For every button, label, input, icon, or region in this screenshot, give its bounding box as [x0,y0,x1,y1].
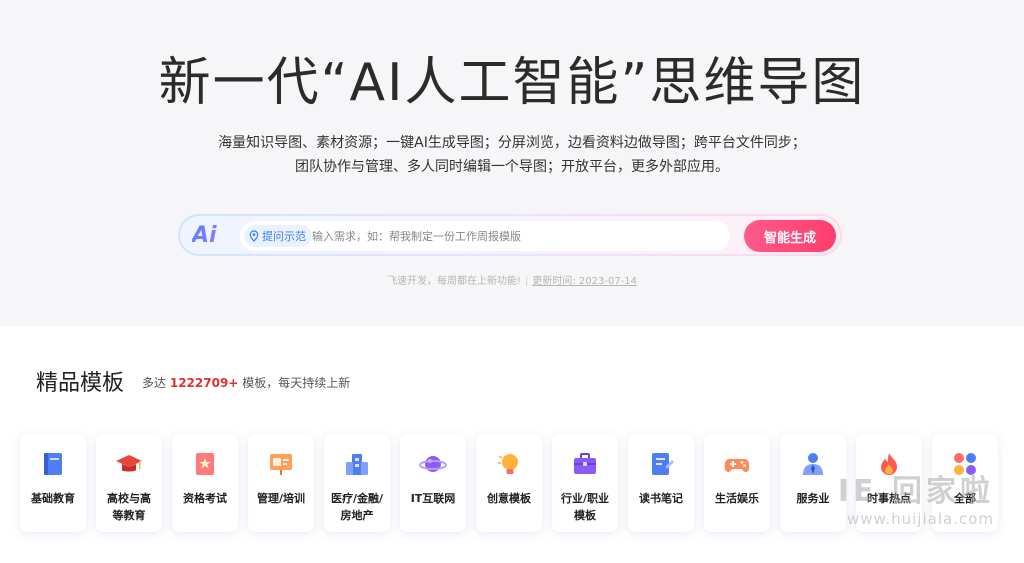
category-label: 全部 [954,492,976,505]
templates-section-title: 精品模板 [36,371,125,396]
service-icon [803,453,823,475]
gamepad-icon [724,459,750,472]
graduation-cap-icon [116,455,142,472]
hero-description-line: 海量知识导图、素材资源；一键AI生成导图；分屏浏览，边看资料边做导图；跨平台文件… [218,135,806,151]
presentation-icon [270,454,292,475]
templates-section-subtitle: 多达 1222709+ 模板，每天持续上新 [142,374,350,391]
example-prompt-label: 提问示范 [262,230,306,243]
subtitle-prefix: 多达 [142,376,167,390]
category-label: IT互联网 [410,492,456,505]
category-card[interactable]: 服务业 [780,434,846,532]
category-card[interactable]: 生活娱乐 [704,434,770,532]
category-list: 基础教育 高校与高等教育 资格考试 管理/培训 医疗/金融/房地产 IT互联网 … [20,434,1004,532]
ai-search-bar: Ai 提问示范 智能生成 [178,214,842,256]
category-card[interactable]: 医疗/金融/房地产 [324,434,390,532]
category-card[interactable]: 资格考试 [172,434,238,532]
category-card[interactable]: 行业/职业模板 [552,434,618,532]
building-icon [346,454,368,475]
subtitle-suffix: 模板，每天持续上新 [242,376,351,390]
category-label: 创意模板 [487,492,531,505]
category-label: 时事热点 [867,492,911,505]
prompt-input[interactable] [312,225,722,247]
prompt-input-box[interactable]: 提问示范 [240,221,730,251]
grid-icon [954,453,976,475]
update-date-link[interactable]: 更新时间: 2023-07-14 [532,276,637,287]
notebook-icon [652,453,674,475]
category-card[interactable]: 创意模板 [476,434,542,532]
certificate-icon [196,453,214,475]
smart-generate-button[interactable]: 智能生成 [744,220,836,252]
category-label: 管理/培训 [256,492,306,505]
divider: | [524,276,529,287]
page-title: 新一代“AI人工智能”思维导图 [158,53,866,113]
category-card[interactable]: IT互联网 [400,434,466,532]
category-label: 资格考试 [183,492,227,505]
category-card[interactable]: 全部 [932,434,998,532]
example-prompt-button[interactable]: 提问示范 [244,225,312,247]
category-label: 高校与高等教育 [107,492,151,522]
planet-icon [419,456,447,472]
fire-icon [881,453,897,475]
hero-description: 海量知识导图、素材资源；一键AI生成导图；分屏浏览，边看资料边做导图；跨平台文件… [0,131,1024,179]
category-card[interactable]: 高校与高等教育 [96,434,162,532]
category-card[interactable]: 管理/培训 [248,434,314,532]
update-info: 飞速开发，每周都在上新功能! | 更新时间: 2023-07-14 [0,272,1024,287]
category-label: 读书笔记 [639,492,683,505]
hero-description-line: 团队协作与管理、多人同时编辑一个导图；开放平台，更多外部应用。 [295,159,729,175]
briefcase-icon [574,453,596,474]
category-label: 生活娱乐 [715,492,759,505]
template-count: 1222709+ [169,376,239,390]
category-label: 服务业 [796,492,830,505]
category-card[interactable]: 时事热点 [856,434,922,532]
category-card[interactable]: 基础教育 [20,434,86,532]
lightbulb-icon [498,454,518,474]
category-label: 医疗/金融/房地产 [330,492,384,522]
hero-section: 新一代“AI人工智能”思维导图 海量知识导图、素材资源；一键AI生成导图；分屏浏… [0,0,1024,326]
category-label: 行业/职业模板 [560,492,610,522]
category-label: 基础教育 [31,492,75,505]
location-pin-icon [249,230,259,242]
category-card[interactable]: 读书笔记 [628,434,694,532]
ai-logo-icon: Ai [192,222,226,250]
book-icon [44,453,62,475]
ai-search-inner: Ai 提问示范 智能生成 [180,216,840,254]
update-note: 飞速开发，每周都在上新功能! [386,276,521,287]
